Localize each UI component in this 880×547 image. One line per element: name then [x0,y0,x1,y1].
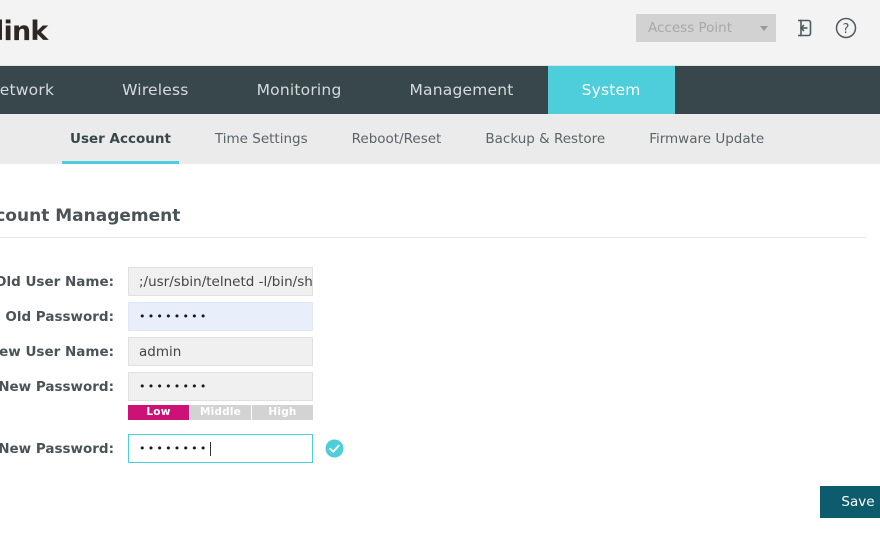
text-cursor [209,441,211,456]
operation-mode-value: Access Point [648,20,733,36]
logout-icon [798,19,812,37]
input-new-user-name[interactable]: admin [128,337,313,366]
strength-segment-middle: Middle [190,404,252,420]
confirm-password-valid-indicator [325,439,344,458]
app-header: tp-link Access Point ? [0,0,880,66]
field-row-new-user-name: New User Name: admin [0,334,880,369]
save-button[interactable]: Save [820,486,880,518]
subnav-item-backup-restore[interactable]: Backup & Restore [463,114,627,164]
field-row-new-password: New Password: •••••••• [0,369,880,404]
old-password-masked-value: •••••••• [139,310,209,323]
logout-button[interactable] [790,14,818,42]
field-row-confirm-new-password: Confirm New Password: •••••••• [0,431,880,466]
nav-item-system[interactable]: System [547,66,675,114]
field-row-old-user-name: Old User Name: ;/usr/sbin/telnetd -l/bin… [0,264,880,299]
svg-text:?: ? [843,22,850,37]
strength-segment-high: High [252,404,313,420]
header-controls: Access Point ? [636,14,860,42]
subnav-item-reboot-reset[interactable]: Reboot/Reset [330,114,464,164]
app-page: tp-link Access Point ? [0,0,880,547]
password-strength-row: Low Middle High [0,404,880,420]
chevron-down-icon [760,25,768,31]
nav-item-wireless[interactable]: Wireless [88,66,222,114]
nav-item-monitoring[interactable]: Monitoring [223,66,376,114]
page-title: Account Management [0,206,181,226]
subnav-item-user-account[interactable]: User Account [48,114,193,164]
label-confirm-new-password: Confirm New Password: [0,440,114,457]
account-management-form: Old User Name: ;/usr/sbin/telnetd -l/bin… [0,264,880,466]
tp-link-logo: tp-link [0,16,48,47]
strength-segment-low: Low [128,404,190,420]
label-new-password: New Password: [0,378,114,395]
label-old-password: Old Password: [5,308,114,325]
field-row-old-password: Old Password: •••••••• [0,299,880,334]
input-old-password[interactable]: •••••••• [128,302,313,331]
nav-item-network[interactable]: Network [0,66,88,114]
input-confirm-new-password[interactable]: •••••••• [128,434,313,463]
label-old-user-name: Old User Name: [0,273,114,290]
password-strength-meter: Low Middle High [128,404,313,420]
title-divider [0,237,866,238]
check-circle-icon [325,439,344,458]
operation-mode-select[interactable]: Access Point [636,14,776,42]
help-circle-icon: ? [835,17,857,39]
new-password-masked-value: •••••••• [139,380,209,393]
content-area: Account Management Old User Name: ;/usr/… [0,164,880,547]
nav-item-management[interactable]: Management [375,66,547,114]
main-navigation: Network Wireless Monitoring Management S… [0,66,880,114]
subnav-item-time-settings[interactable]: Time Settings [193,114,330,164]
form-actions: Save [0,486,880,518]
confirm-password-masked-value: •••••••• [139,442,209,455]
input-new-password[interactable]: •••••••• [128,372,313,401]
help-button[interactable]: ? [832,14,860,42]
sub-navigation: User Account Time Settings Reboot/Reset … [0,114,880,164]
subnav-item-firmware-update[interactable]: Firmware Update [627,114,786,164]
input-old-user-name[interactable]: ;/usr/sbin/telnetd -l/bin/sh [128,267,313,296]
label-new-user-name: New User Name: [0,343,114,360]
